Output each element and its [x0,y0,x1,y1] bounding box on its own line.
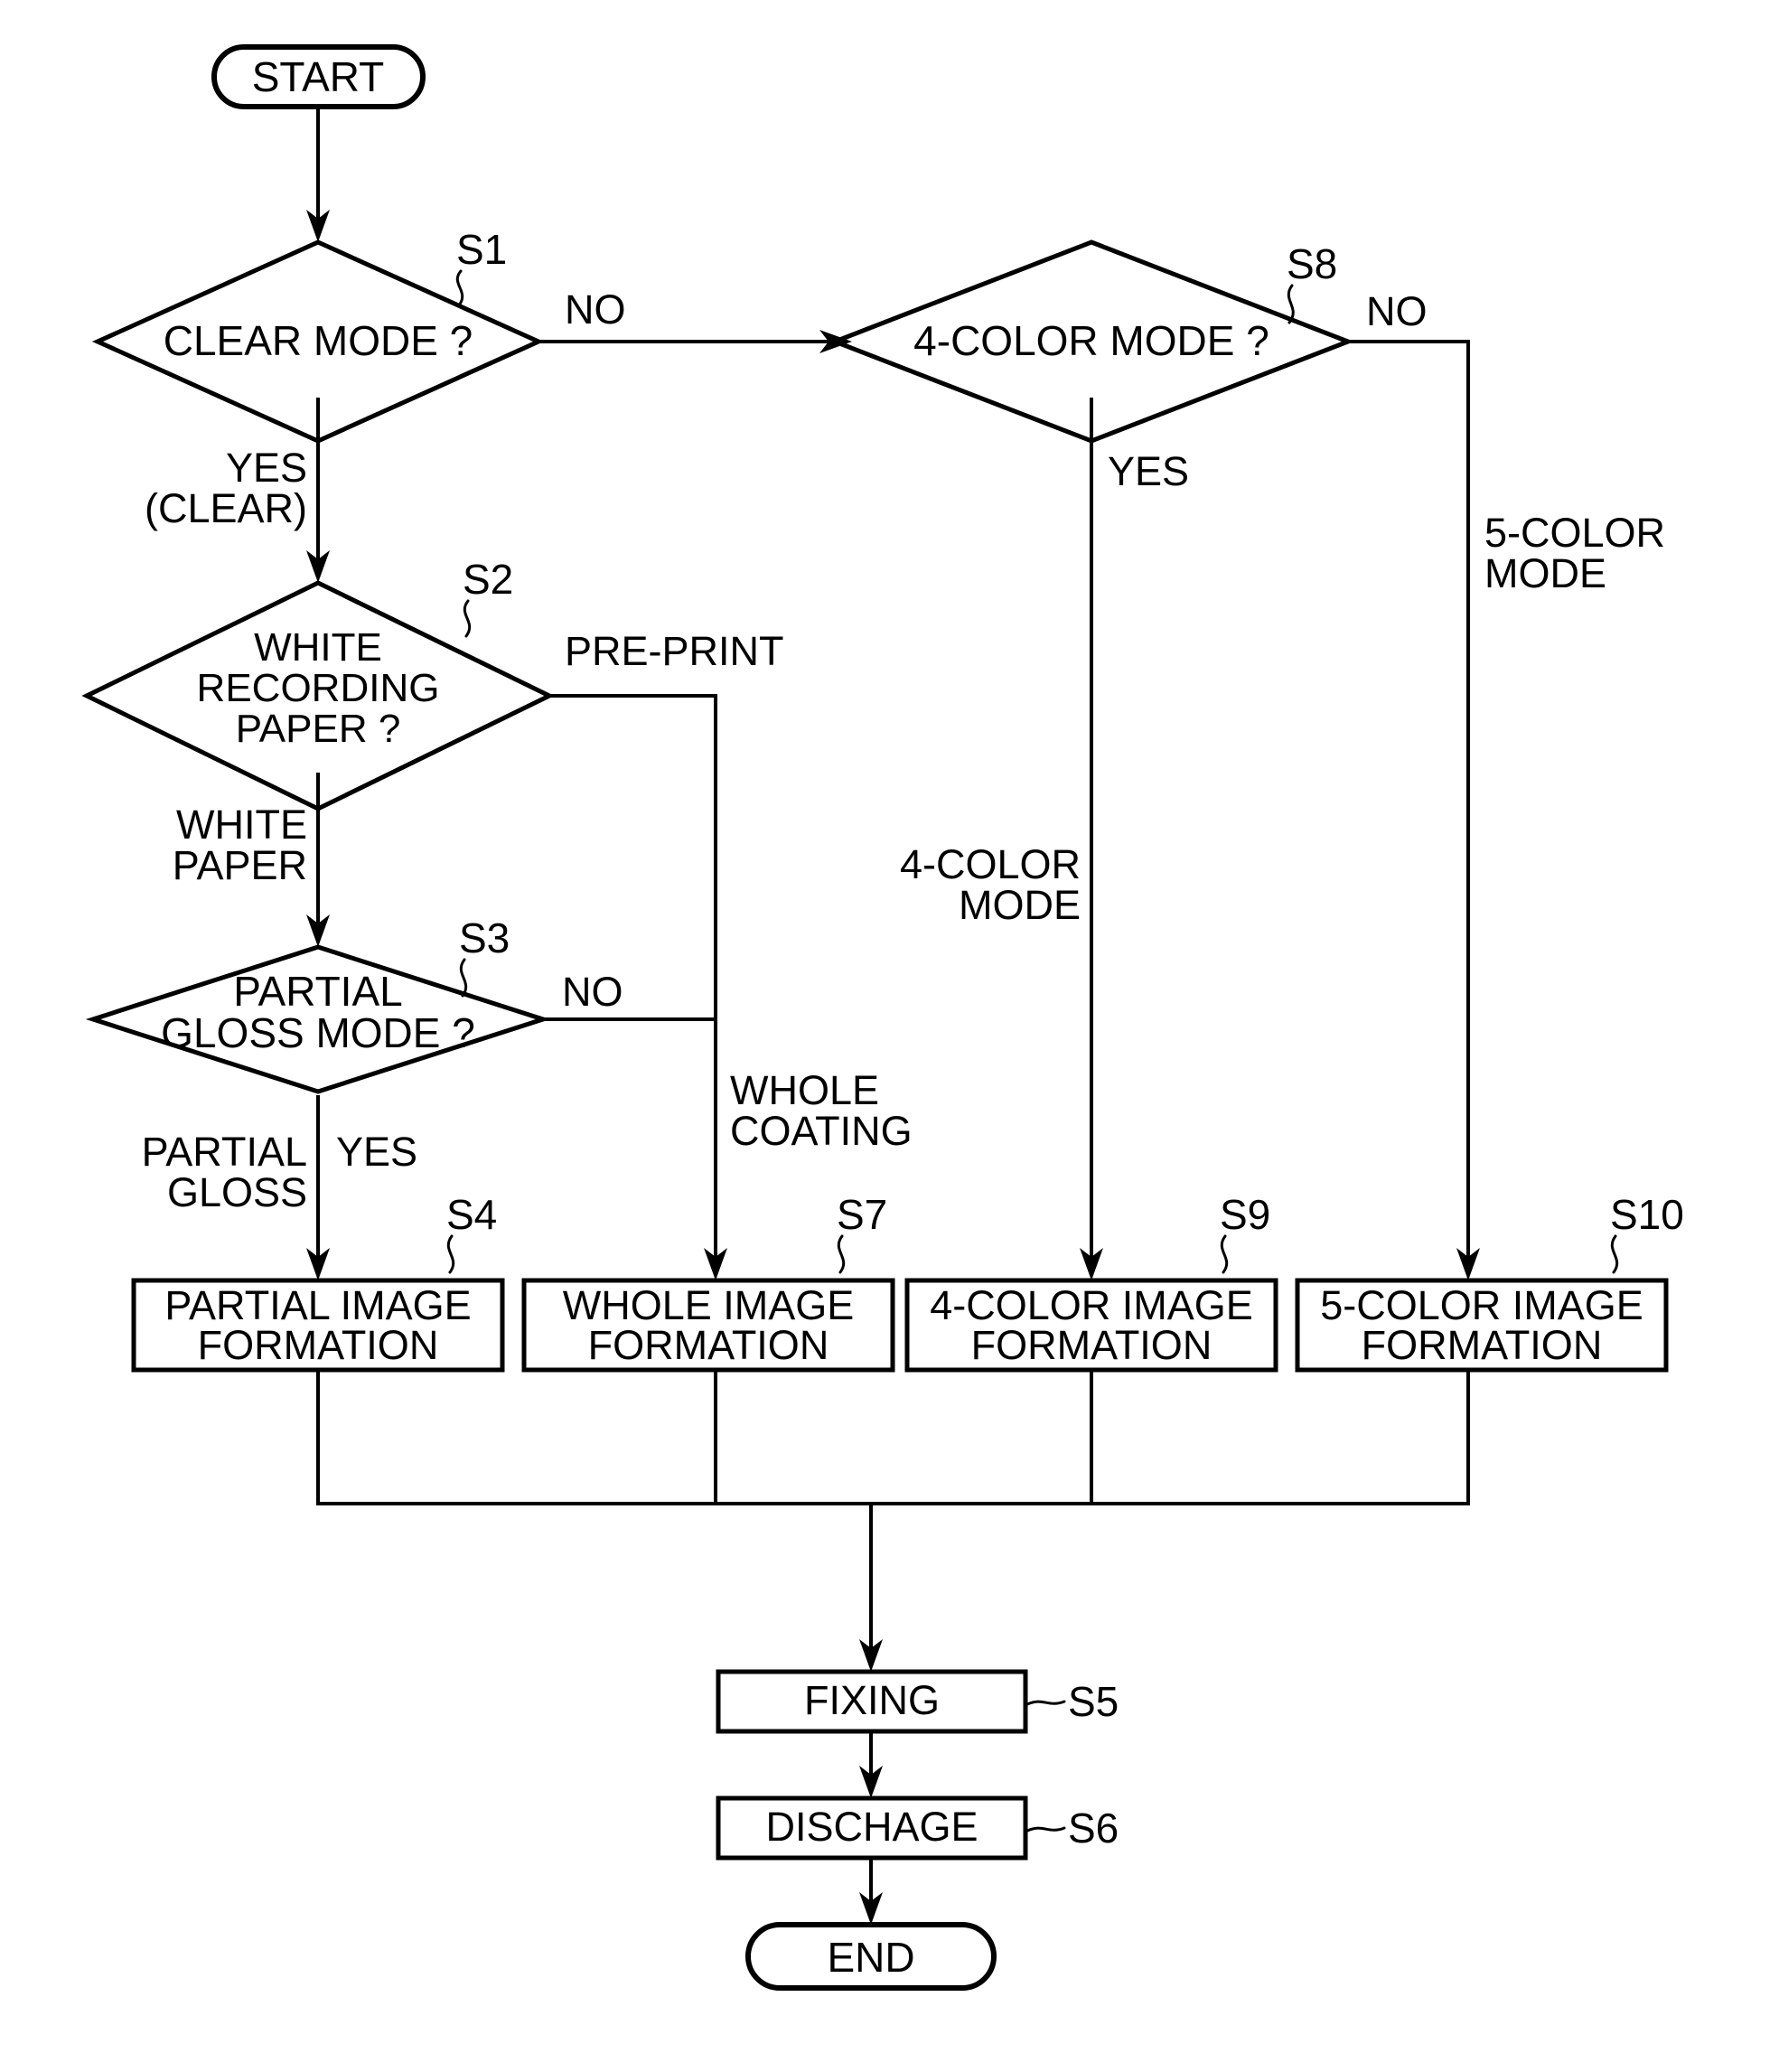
edge-label-s8-no: NO [1366,288,1428,334]
edge-label-5color-1: 5-COLOR [1484,510,1665,556]
step-label-s1: S1 [456,226,507,273]
edge-label-s1-yes-2: (CLEAR) [145,485,307,531]
edge-label-whole-coating-1: WHOLE [730,1067,879,1113]
leader-s9 [1220,1234,1229,1274]
step-label-s7: S7 [837,1191,887,1238]
edge-label-s3-no: NO [562,969,623,1015]
process-s6-label: DISCHAGE [765,1804,978,1850]
decision-s3-line2: GLOSS MODE ? [161,1009,475,1056]
leader-s6 [1025,1826,1066,1833]
edge-label-s1-no: NO [565,286,626,333]
edge-label-s3-partial-1: PARTIAL [142,1129,307,1175]
leader-s4 [446,1234,455,1274]
step-label-s2: S2 [463,556,513,603]
edge-label-s2-white-2: PAPER [173,842,307,888]
edge-label-s3-yes: YES [336,1129,417,1175]
edge-label-whole-coating-2: COATING [730,1108,913,1154]
flowchart-svg: START CLEAR MODE ? S1 4-COLOR MODE ? S8 … [81,44,1684,1991]
edge-label-s3-partial-2: GLOSS [167,1169,307,1215]
step-label-s8: S8 [1287,240,1337,287]
edge-label-s1-yes-1: YES [226,445,307,491]
leader-s2 [463,599,472,638]
flowchart-canvas: START CLEAR MODE ? S1 4-COLOR MODE ? S8 … [0,0,1779,2072]
decision-s3-line1: PARTIAL [233,968,402,1015]
leader-s1 [455,269,464,307]
leader-s5 [1025,1700,1066,1706]
leader-s3 [459,958,468,998]
edge-label-s8-yes: YES [1108,448,1189,494]
end-label: END [827,1934,914,1981]
edge-label-4color-2: MODE [959,882,1081,928]
process-s7-line2: FORMATION [588,1322,829,1368]
process-s10-line2: FORMATION [1362,1322,1603,1368]
step-label-s6: S6 [1068,1805,1119,1852]
step-label-s4: S4 [446,1191,497,1238]
process-s9-line2: FORMATION [971,1322,1213,1368]
step-label-s3: S3 [459,914,510,961]
start-label: START [252,53,385,100]
edge-label-s2-preprint: PRE-PRINT [565,628,784,674]
edge-label-s2-white-1: WHITE [176,802,307,848]
decision-s2-line3: PAPER ? [236,707,401,751]
process-s4-line2: FORMATION [198,1322,439,1368]
merge-line-s4 [316,1370,871,1505]
leader-s10 [1610,1234,1619,1274]
edge-label-5color-2: MODE [1484,550,1606,596]
decision-s8-label: 4-COLOR MODE ? [913,317,1269,364]
leader-s7 [837,1234,846,1274]
step-label-s10: S10 [1610,1191,1684,1238]
process-s5-label: FIXING [804,1677,940,1723]
decision-s1-label: CLEAR MODE ? [164,317,473,364]
edge-s8-no-to-s10 [1348,340,1470,1264]
decision-s2-line1: WHITE [254,625,382,670]
step-label-s5: S5 [1068,1678,1119,1725]
decision-s2-line2: RECORDING [197,666,440,710]
merge-line-s10 [871,1370,1470,1505]
edge-label-4color-1: 4-COLOR [900,841,1081,887]
step-label-s9: S9 [1220,1191,1270,1238]
